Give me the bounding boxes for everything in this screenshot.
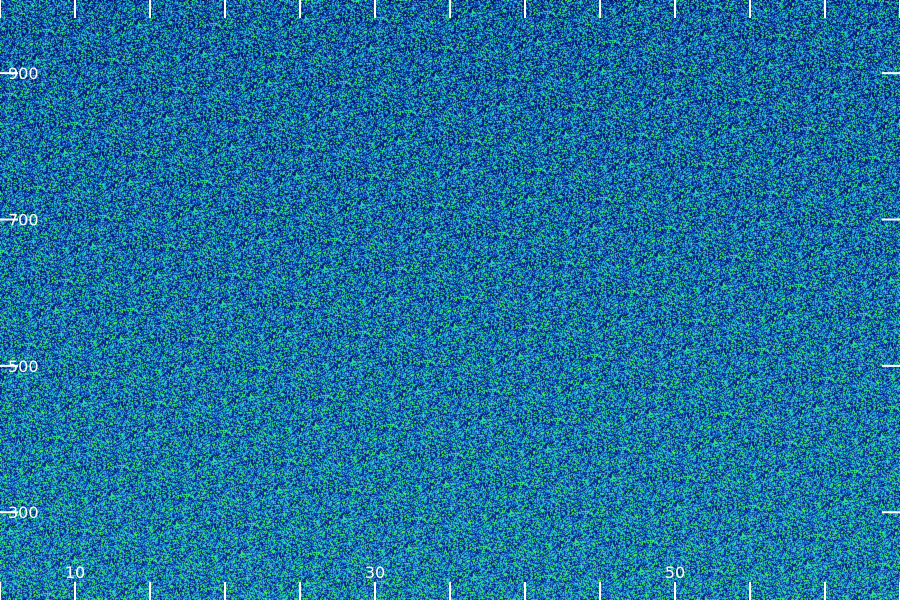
x-tick-label: 30 — [365, 563, 385, 582]
y-tick-label: 900 — [8, 64, 39, 83]
y-tick-label: 700 — [8, 211, 39, 230]
axes-overlay: 10 30 50 300 500 700 900 — [0, 0, 900, 600]
x-tick-label: 50 — [665, 563, 685, 582]
spectrogram-plot: 10 30 50 300 500 700 900 — [0, 0, 900, 600]
x-tick-label: 10 — [65, 563, 85, 582]
y-tick-label: 500 — [8, 357, 39, 376]
y-tick-label: 300 — [8, 503, 39, 522]
